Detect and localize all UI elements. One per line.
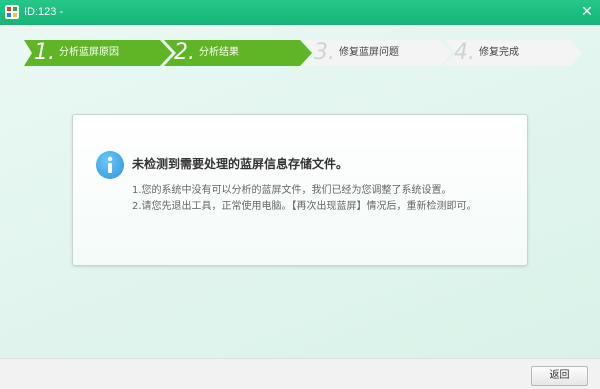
window-title: ID:123 -: [24, 6, 64, 18]
step-1-number: 1.: [34, 40, 55, 65]
step-1: 1. 分析蓝屏原因: [34, 40, 119, 66]
step-4-label: 修复完成: [479, 47, 519, 58]
step-1-label: 分析蓝屏原因: [59, 47, 119, 58]
footer-bar: 返回: [0, 358, 600, 389]
message-title: 未检测到需要处理的蓝屏信息存储文件。: [132, 157, 349, 171]
step-3-label: 修复蓝屏问题: [339, 47, 399, 58]
close-button[interactable]: ✕: [578, 3, 596, 21]
main-area: 1. 分析蓝屏原因 2. 分析结果 3. 修复蓝屏问题 4. 修复完成 未检测到…: [0, 25, 600, 358]
step-4: 4. 修复完成: [454, 40, 519, 66]
app-logo-icon: [5, 5, 19, 19]
back-button[interactable]: 返回: [531, 366, 588, 386]
result-panel: 未检测到需要处理的蓝屏信息存储文件。 1.您的系统中没有可以分析的蓝屏文件，我们…: [72, 114, 528, 266]
step-3-number: 3.: [314, 40, 335, 65]
step-2: 2. 分析结果: [174, 40, 239, 66]
step-2-label: 分析结果: [199, 47, 239, 58]
title-bar: ID:123 - ✕: [0, 0, 600, 25]
close-icon: ✕: [581, 4, 593, 20]
info-icon: [96, 151, 124, 179]
step-4-number: 4.: [454, 40, 475, 65]
message-line-2: 2.请您先退出工具，正常使用电脑。【再次出现蓝屏】情况后，重新检测即可。: [132, 201, 477, 212]
step-progress-bar: 1. 分析蓝屏原因 2. 分析结果 3. 修复蓝屏问题 4. 修复完成: [24, 40, 584, 66]
message-line-1: 1.您的系统中没有可以分析的蓝屏文件，我们已经为您调整了系统设置。: [132, 185, 452, 196]
step-2-number: 2.: [174, 40, 195, 65]
step-3: 3. 修复蓝屏问题: [314, 40, 399, 66]
